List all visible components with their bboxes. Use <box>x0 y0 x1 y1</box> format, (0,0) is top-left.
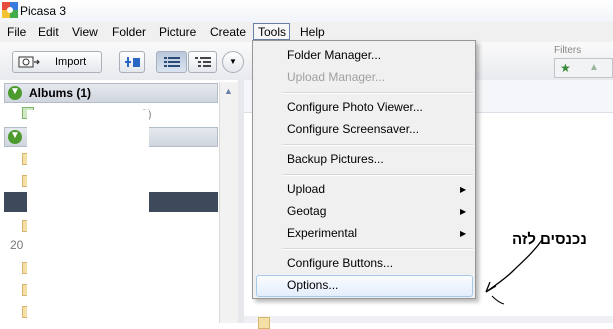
tools-menu: Folder Manager... Upload Manager... Conf… <box>252 40 476 299</box>
view-dropdown-button[interactable]: ▼ <box>222 51 244 73</box>
menu-item-backup-pictures[interactable]: Backup Pictures... <box>287 152 384 166</box>
chevron-down-icon: ▼ <box>229 57 237 66</box>
annotation-arrow-icon <box>485 239 543 305</box>
redacted-area <box>27 110 149 323</box>
filters-bar: ★ ▲ <box>554 58 613 78</box>
list-view-icon <box>164 57 180 67</box>
library-scrollbar[interactable]: ▲ <box>219 82 238 323</box>
menu-separator <box>283 248 473 250</box>
menu-item-folder-manager[interactable]: Folder Manager... <box>287 48 381 62</box>
submenu-arrow-icon: ▶ <box>460 207 467 216</box>
thumbnail-view-button[interactable] <box>156 51 187 73</box>
submenu-arrow-icon: ▶ <box>460 229 467 238</box>
menu-item-geotag[interactable]: Geotag <box>287 204 326 218</box>
tree-view-icon <box>195 57 211 67</box>
collapse-toggle-icon[interactable]: ▼ <box>8 130 22 144</box>
menu-item-configure-screensaver[interactable]: Configure Screensaver... <box>287 122 419 136</box>
upload-filter-icon[interactable]: ▲ <box>589 62 599 73</box>
star-filter-icon[interactable]: ★ <box>560 61 571 75</box>
menu-item-configure-buttons[interactable]: Configure Buttons... <box>287 256 393 270</box>
upload-icon <box>125 57 140 67</box>
menu-item-configure-photo-viewer[interactable]: Configure Photo Viewer... <box>287 100 423 114</box>
menu-separator <box>283 144 473 146</box>
albums-header-label: Albums (1) <box>29 86 92 100</box>
submenu-arrow-icon: ▶ <box>460 185 467 194</box>
upload-web-button[interactable] <box>119 51 145 73</box>
albums-section-header[interactable]: ▼ Albums (1) <box>4 83 218 103</box>
menu-item-experimental[interactable]: Experimental <box>287 226 357 240</box>
collapse-toggle-icon[interactable]: ▼ <box>8 86 22 100</box>
menu-picture[interactable]: Picture <box>159 25 196 39</box>
menu-item-options[interactable]: Options... <box>287 278 338 292</box>
tree-view-button[interactable] <box>188 51 217 73</box>
picasa-logo-icon <box>2 2 18 18</box>
menu-create[interactable]: Create <box>210 25 246 39</box>
import-label: Import <box>55 56 87 68</box>
filters-label: Filters <box>554 45 582 56</box>
menu-separator <box>283 174 473 176</box>
menu-folder[interactable]: Folder <box>112 25 146 39</box>
menu-edit[interactable]: Edit <box>38 25 59 39</box>
folder-icon <box>258 317 270 329</box>
year-group-label: 20 <box>10 238 24 252</box>
menu-help[interactable]: Help <box>300 25 325 39</box>
menu-separator <box>283 92 473 94</box>
menu-file[interactable]: File <box>7 25 26 39</box>
menu-item-upload[interactable]: Upload <box>287 182 325 196</box>
import-button[interactable]: Import <box>12 51 102 73</box>
scroll-up-icon[interactable]: ▲ <box>224 86 233 96</box>
title-bar: Picasa 3 <box>0 0 613 23</box>
window-title: Picasa 3 <box>20 4 67 18</box>
menu-view[interactable]: View <box>72 25 98 39</box>
folder-header-strip <box>244 316 613 323</box>
menu-tools[interactable]: Tools <box>258 25 286 39</box>
menu-item-upload-manager: Upload Manager... <box>287 70 386 84</box>
camera-import-icon <box>18 56 40 68</box>
